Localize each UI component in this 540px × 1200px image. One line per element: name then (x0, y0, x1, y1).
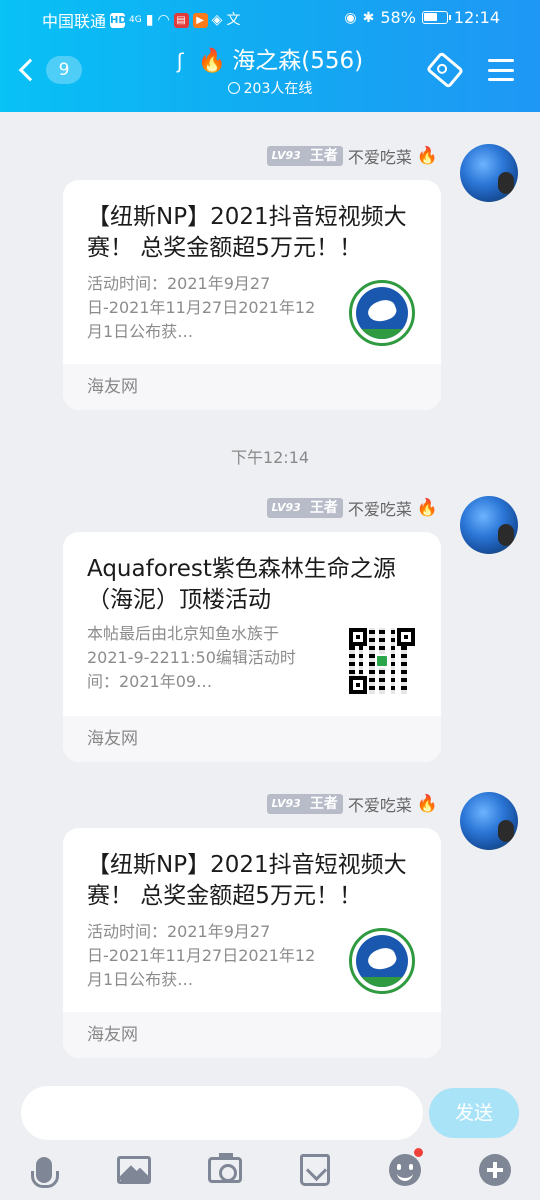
bluetooth-icon: ✱ (362, 9, 375, 26)
sender-line: LV93 王者 不爱吃菜 🔥 (267, 144, 438, 168)
sender-name[interactable]: 不爱吃菜 (348, 496, 412, 520)
card-title: 【纽斯NP】2021抖音短视频大赛！ 总奖金额超5万元！！ (87, 204, 407, 261)
wifi-icon: ◠ (157, 12, 170, 28)
link-card[interactable]: Aquaforest紫色森林生命之源（海泥）顶楼活动 本帖最后由北京知鱼水族于2… (63, 532, 441, 762)
level-badge: LV93 (267, 146, 305, 166)
vpn-icon: ◈ (211, 12, 223, 28)
top-bar: 中国联通 HD 4G ▮ ◠ ▤ ▶ ◈ 文 ◉ ✱ 58% 12:14 9 ʃ… (0, 0, 540, 112)
notification-dot (414, 1148, 423, 1157)
fire-icon: 🔥 (197, 48, 227, 74)
message-input[interactable] (21, 1086, 423, 1140)
avatar[interactable] (460, 792, 518, 850)
card-source: 海友网 (63, 364, 441, 410)
signal-icon: ▮ (145, 12, 154, 28)
nav-bar: 9 ʃ 🔥 海之森(556) 203人在线 (0, 40, 540, 108)
hd-badge: HD (110, 12, 127, 28)
sender-name[interactable]: 不爱吃菜 (348, 144, 412, 168)
rank-badge: 王者 (304, 146, 343, 166)
ear-icon: ʃ (176, 49, 184, 73)
menu-icon[interactable] (488, 59, 514, 81)
level-badge: LV93 (267, 498, 305, 518)
fire-icon: 🔥 (416, 146, 438, 166)
online-icon (227, 82, 240, 94)
eye-icon: ◉ (344, 9, 357, 26)
online-count: 203人在线 (243, 81, 313, 97)
send-button[interactable]: 发送 (429, 1088, 519, 1138)
card-description: 活动时间：2021年9月27日-2021年11月27日2021年12月1日公布获… (87, 274, 316, 341)
avatar[interactable] (460, 144, 518, 202)
card-title: Aquaforest紫色森林生命之源（海泥）顶楼活动 (87, 556, 396, 613)
card-source: 海友网 (63, 1012, 441, 1058)
sender-line: LV93 王者 不爱吃菜 🔥 (267, 792, 438, 816)
qr-code-icon (349, 628, 415, 694)
plus-icon[interactable] (475, 1150, 515, 1190)
sender-line: LV93 王者 不爱吃菜 🔥 (267, 496, 438, 520)
image-icon[interactable] (114, 1150, 154, 1190)
camera-icon[interactable] (205, 1150, 245, 1190)
fire-icon: 🔥 (416, 498, 438, 518)
timestamp: 下午12:14 (230, 448, 310, 467)
signal-label: 4G (129, 15, 142, 25)
card-description: 本帖最后由北京知鱼水族于2021-9-2211:50编辑活动时间：2021年09… (87, 624, 296, 691)
green-circle-logo-icon (349, 928, 415, 994)
video-icon: ▶ (192, 12, 208, 28)
input-toolbar (0, 1148, 540, 1196)
group-name: 海之森(556) (232, 48, 364, 74)
clock: 12:14 (453, 8, 500, 27)
sender-name[interactable]: 不爱吃菜 (348, 792, 412, 816)
carrier-label: 中国联通 (42, 12, 107, 31)
card-description: 活动时间：2021年9月27日-2021年11月27日2021年12月1日公布获… (87, 922, 316, 989)
card-source: 海友网 (63, 716, 441, 762)
emoji-icon[interactable] (385, 1148, 425, 1190)
rank-badge: 王者 (304, 498, 343, 518)
input-area: 发送 (0, 1072, 540, 1200)
reader-icon: ▤ (173, 12, 189, 28)
battery-icon (421, 11, 451, 24)
fire-icon: 🔥 (416, 794, 438, 814)
translate-icon: 文 (226, 12, 241, 28)
chat-area[interactable]: LV93 王者 不爱吃菜 🔥 【纽斯NP】2021抖音短视频大赛！ 总奖金额超5… (0, 112, 540, 1072)
level-badge: LV93 (267, 794, 305, 814)
green-circle-logo-icon (349, 280, 415, 346)
mic-icon[interactable] (24, 1150, 64, 1190)
red-packet-icon[interactable] (295, 1150, 335, 1190)
status-bar: 中国联通 HD 4G ▮ ◠ ▤ ▶ ◈ 文 ◉ ✱ 58% 12:14 (0, 0, 540, 36)
card-title: 【纽斯NP】2021抖音短视频大赛！ 总奖金额超5万元！！ (87, 852, 407, 909)
link-card[interactable]: 【纽斯NP】2021抖音短视频大赛！ 总奖金额超5万元！！ 活动时间：2021年… (63, 828, 441, 1058)
avatar[interactable] (460, 496, 518, 554)
link-card[interactable]: 【纽斯NP】2021抖音短视频大赛！ 总奖金额超5万元！！ 活动时间：2021年… (63, 180, 441, 410)
battery-percent: 58% (380, 8, 416, 27)
rank-badge: 王者 (304, 794, 343, 814)
